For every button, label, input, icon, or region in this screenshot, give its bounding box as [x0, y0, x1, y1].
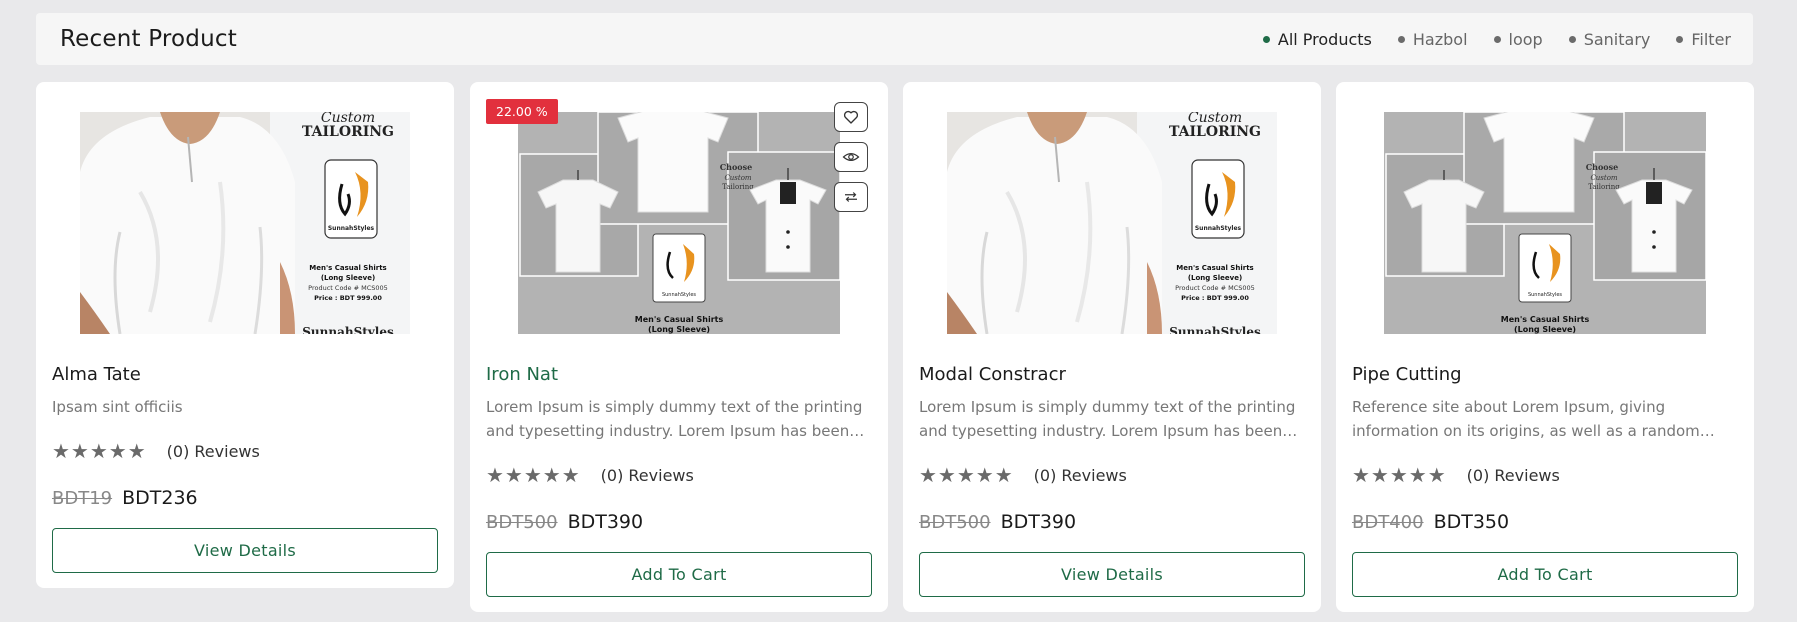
product-title[interactable]: Pipe Cutting: [1352, 364, 1462, 385]
compare-button[interactable]: [834, 182, 868, 212]
product-title[interactable]: Iron Nat: [486, 364, 558, 385]
old-price: BDT400: [1352, 512, 1424, 533]
review-count: (0) Reviews: [600, 465, 694, 485]
new-price: BDT390: [1000, 511, 1077, 533]
filter-label: Filter: [1691, 29, 1731, 49]
review-count: (0) Reviews: [1033, 465, 1127, 485]
product-card[interactable]: 22.00 % Iron Nat Lorem Ipsum is simply d…: [470, 82, 888, 612]
filter-hazbol[interactable]: Hazbol: [1397, 29, 1468, 49]
product-rating: ★★★★★ (0) Reviews: [486, 463, 694, 487]
product-image[interactable]: [518, 112, 840, 334]
product-image[interactable]: [80, 112, 410, 334]
product-title[interactable]: Modal Constracr: [919, 364, 1066, 385]
product-rating: ★★★★★ (0) Reviews: [52, 439, 260, 463]
product-image[interactable]: [947, 112, 1277, 334]
star-rating-icon: ★★★★★: [919, 463, 1014, 487]
star-rating-icon: ★★★★★: [486, 463, 581, 487]
star-rating-icon: ★★★★★: [1352, 463, 1447, 487]
filter-loop[interactable]: loop: [1493, 29, 1543, 49]
add-to-cart-button[interactable]: Add To Cart: [1352, 552, 1738, 597]
filter-label: Hazbol: [1412, 29, 1468, 49]
price-block: BDT500 BDT390: [486, 511, 643, 533]
product-description: Lorem Ipsum is simply dummy text of the …: [486, 398, 863, 440]
filter-label: Sanitary: [1583, 29, 1651, 49]
discount-badge: 22.00 %: [486, 99, 558, 124]
dot-icon: [1493, 35, 1501, 43]
add-to-cart-button[interactable]: Add To Cart: [486, 552, 872, 597]
quick-actions: [834, 102, 868, 212]
view-details-button[interactable]: View Details: [52, 528, 438, 573]
new-price: BDT350: [1433, 511, 1510, 533]
old-price: BDT500: [486, 512, 558, 533]
product-description: Lorem Ipsum is simply dummy text of the …: [919, 398, 1296, 440]
quick-view-button[interactable]: [834, 142, 868, 172]
product-rating: ★★★★★ (0) Reviews: [919, 463, 1127, 487]
filter-all-products[interactable]: All Products: [1262, 29, 1372, 49]
product-card[interactable]: Pipe Cutting Reference site about Lorem …: [1336, 82, 1754, 612]
filter-filter[interactable]: Filter: [1676, 30, 1731, 49]
section-title: Recent Product: [60, 26, 237, 52]
star-rating-icon: ★★★★★: [52, 439, 147, 463]
filter-tabs: All Products Hazbol loop Sanitary Filter: [1262, 29, 1731, 49]
old-price: BDT19: [52, 488, 113, 509]
product-description: Reference site about Lorem Ipsum, giving…: [1352, 398, 1700, 440]
price-block: BDT500 BDT390: [919, 511, 1076, 533]
wishlist-button[interactable]: [834, 102, 868, 132]
price-block: BDT400 BDT350: [1352, 511, 1509, 533]
product-rating: ★★★★★ (0) Reviews: [1352, 463, 1560, 487]
dot-icon: [1262, 35, 1270, 43]
filter-label: All Products: [1277, 29, 1372, 49]
view-details-button[interactable]: View Details: [919, 552, 1305, 597]
product-card[interactable]: Alma Tate Ipsam sint officiis ★★★★★ (0) …: [36, 82, 454, 588]
dot-icon: [1676, 35, 1684, 43]
price-block: BDT19 BDT236: [52, 487, 198, 509]
product-image[interactable]: [1384, 112, 1706, 334]
dot-icon: [1397, 35, 1405, 43]
product-description: Ipsam sint officiis: [52, 398, 183, 416]
product-title[interactable]: Alma Tate: [52, 364, 141, 385]
section-header: Recent Product All Products Hazbol loop …: [36, 13, 1753, 65]
review-count: (0) Reviews: [1466, 465, 1560, 485]
new-price: BDT236: [122, 487, 198, 509]
heart-icon: [843, 110, 859, 124]
new-price: BDT390: [567, 511, 644, 533]
review-count: (0) Reviews: [166, 441, 260, 461]
filter-label: loop: [1508, 29, 1543, 49]
compare-icon: [845, 192, 857, 202]
product-card[interactable]: Modal Constracr Lorem Ipsum is simply du…: [903, 82, 1321, 612]
eye-icon: [842, 153, 860, 161]
old-price: BDT500: [919, 512, 991, 533]
dot-icon: [1568, 35, 1576, 43]
filter-sanitary[interactable]: Sanitary: [1568, 29, 1651, 49]
